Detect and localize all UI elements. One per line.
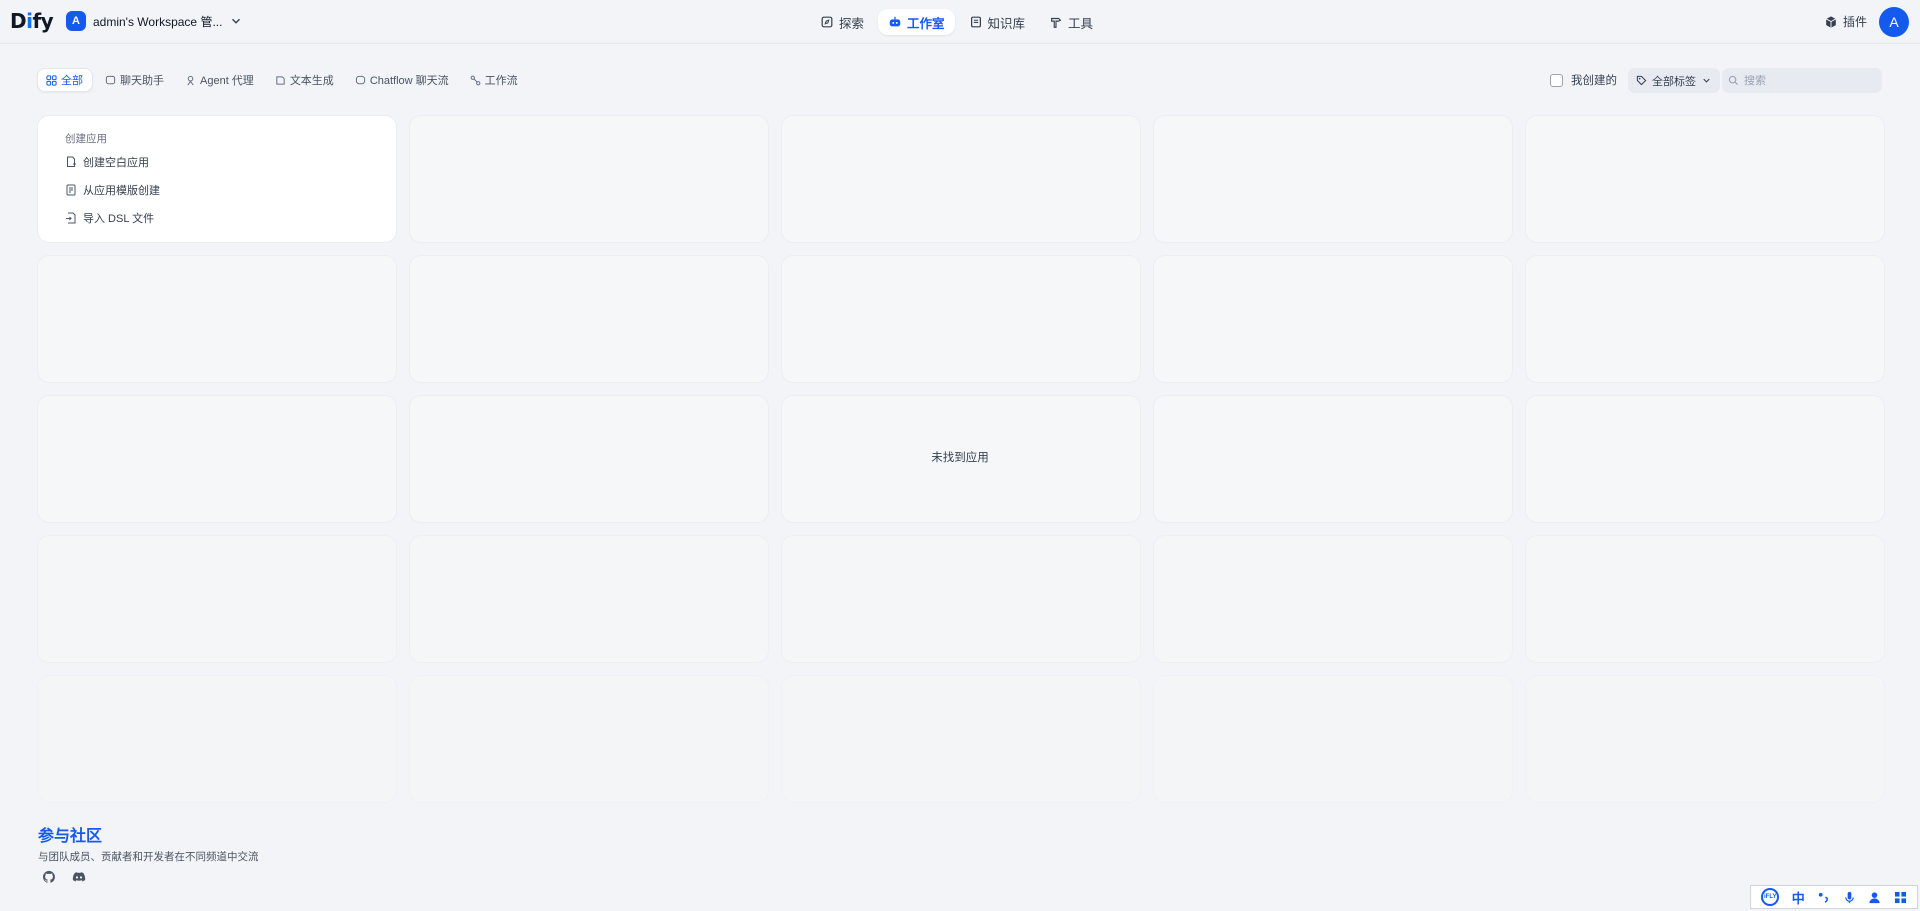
community-subtitle: 与团队成员、贡献者和开发者在不同频道中交流 <box>38 851 259 863</box>
user-avatar[interactable]: A <box>1879 7 1909 37</box>
chevron-down-icon <box>1703 78 1710 83</box>
main-nav: 探索 工作室 知识库 工具 <box>810 9 1103 35</box>
nav-studio[interactable]: 工作室 <box>878 9 955 35</box>
import-dsl-label: 导入 DSL 文件 <box>83 213 155 225</box>
nav-explore-label: 探索 <box>839 16 865 31</box>
apps-grid-icon[interactable] <box>1894 891 1907 904</box>
hammer-icon <box>1051 17 1062 28</box>
tag-filter-dropdown[interactable]: 全部标签 <box>1628 68 1720 93</box>
create-app-card: 创建应用 创建空白应用 从应用模版创建 导入 DSL 文件 <box>37 115 397 243</box>
tab-chat-assistant[interactable]: 聊天助手 <box>97 68 173 92</box>
app-type-tabs: 全部 聊天助手 Agent 代理 文本生成 Chatflow 聊天流 工作流 <box>37 68 527 92</box>
chat-icon <box>105 75 116 84</box>
community-section: 参与社区 与团队成员、贡献者和开发者在不同频道中交流 <box>38 822 259 864</box>
nav-tools[interactable]: 工具 <box>1039 9 1103 35</box>
tab-workflow[interactable]: 工作流 <box>462 68 527 92</box>
tag-icon <box>1636 75 1647 86</box>
user-icon[interactable] <box>1868 891 1881 904</box>
tab-all[interactable]: 全部 <box>37 68 93 92</box>
search-box[interactable] <box>1722 68 1882 93</box>
logo-text-d: D <box>10 9 27 33</box>
chevron-down-icon <box>232 18 241 24</box>
app-card-placeholder <box>1525 535 1885 663</box>
create-blank-app-button[interactable]: 创建空白应用 <box>65 154 396 170</box>
workspace-avatar: A <box>66 11 86 31</box>
punctuation-icon[interactable] <box>1817 891 1830 904</box>
nav-knowledge[interactable]: 知识库 <box>959 9 1036 35</box>
create-app-title: 创建应用 <box>65 133 107 145</box>
tab-all-label: 全部 <box>61 75 83 87</box>
compass-icon <box>821 16 833 28</box>
tab-chat-assistant-label: 聊天助手 <box>120 75 164 87</box>
app-card-placeholder <box>781 675 1141 803</box>
tab-text-generation[interactable]: 文本生成 <box>267 68 343 92</box>
ifly-logo-icon[interactable]: iFLY <box>1761 888 1780 906</box>
created-by-me-label: 我创建的 <box>1571 75 1617 87</box>
cube-icon <box>1825 15 1837 28</box>
create-from-template-button[interactable]: 从应用模版创建 <box>65 182 396 198</box>
template-icon <box>66 184 76 196</box>
edit-icon <box>276 75 285 85</box>
app-card-placeholder <box>37 535 397 663</box>
import-dsl-button[interactable]: 导入 DSL 文件 <box>65 210 396 226</box>
logo-text-fy: fy <box>32 9 54 33</box>
tab-agent-label: Agent 代理 <box>200 75 254 87</box>
app-card-placeholder <box>37 675 397 803</box>
app-card-placeholder <box>1153 255 1513 383</box>
created-by-me-filter[interactable]: 我创建的 <box>1550 72 1617 88</box>
plugin-label: 插件 <box>1843 15 1868 29</box>
community-links <box>42 870 86 884</box>
tag-filter-label: 全部标签 <box>1652 75 1696 88</box>
app-card-placeholder <box>781 115 1141 243</box>
robot-icon <box>889 16 901 27</box>
app-card-placeholder <box>1525 255 1885 383</box>
app-card-placeholder <box>409 535 769 663</box>
tab-chatflow-label: Chatflow 聊天流 <box>369 75 449 87</box>
plugin-button[interactable]: 插件 <box>1824 13 1867 30</box>
app-card-placeholder <box>409 675 769 803</box>
app-card-placeholder <box>409 255 769 383</box>
app-card-placeholder <box>1153 675 1513 803</box>
workflow-icon <box>470 75 481 85</box>
create-blank-app-label: 创建空白应用 <box>83 157 149 169</box>
create-from-template-label: 从应用模版创建 <box>83 185 160 197</box>
app-card-placeholder <box>409 115 769 243</box>
nav-tools-label: 工具 <box>1068 16 1094 31</box>
app-card-placeholder <box>37 255 397 383</box>
nav-studio-label: 工作室 <box>907 16 945 31</box>
search-input[interactable] <box>1744 74 1864 87</box>
nav-explore[interactable]: 探索 <box>810 9 874 35</box>
app-card-placeholder <box>1153 115 1513 243</box>
ime-toolbar: iFLY 中 <box>1750 885 1918 909</box>
app-card-placeholder <box>781 255 1141 383</box>
tab-agent[interactable]: Agent 代理 <box>177 68 263 92</box>
github-icon[interactable] <box>42 870 56 884</box>
tab-text-generation-label: 文本生成 <box>289 75 334 87</box>
app-card-placeholder <box>1525 115 1885 243</box>
ime-language-toggle[interactable]: 中 <box>1792 888 1805 907</box>
agent-icon <box>187 75 194 85</box>
nav-knowledge-label: 知识库 <box>987 16 1026 31</box>
book-icon <box>970 16 981 28</box>
microphone-icon[interactable] <box>1843 891 1856 904</box>
app-card-placeholder <box>1153 535 1513 663</box>
search-icon <box>1728 75 1739 86</box>
tab-chatflow[interactable]: Chatflow 聊天流 <box>347 68 458 92</box>
dify-logo[interactable]: Dify <box>10 9 54 33</box>
discord-icon[interactable] <box>72 870 86 884</box>
tab-workflow-label: 工作流 <box>484 75 518 87</box>
workspace-name: admin's Workspace 管... <box>93 14 223 29</box>
chatflow-icon <box>355 75 365 84</box>
community-title: 参与社区 <box>38 828 103 845</box>
workspace-switcher[interactable]: A admin's Workspace 管... <box>66 11 243 31</box>
ime-brand: iFLY <box>1764 894 1777 900</box>
file-plus-icon <box>67 156 76 167</box>
import-icon <box>66 212 76 224</box>
top-header: Dify A admin's Workspace 管... 探索 工作室 知识库… <box>0 0 1920 44</box>
app-card-placeholder <box>781 535 1141 663</box>
grid-icon <box>46 74 57 86</box>
created-by-me-checkbox[interactable] <box>1550 73 1563 87</box>
app-card-placeholder <box>1525 675 1885 803</box>
empty-state-message: 未找到应用 <box>931 452 989 464</box>
